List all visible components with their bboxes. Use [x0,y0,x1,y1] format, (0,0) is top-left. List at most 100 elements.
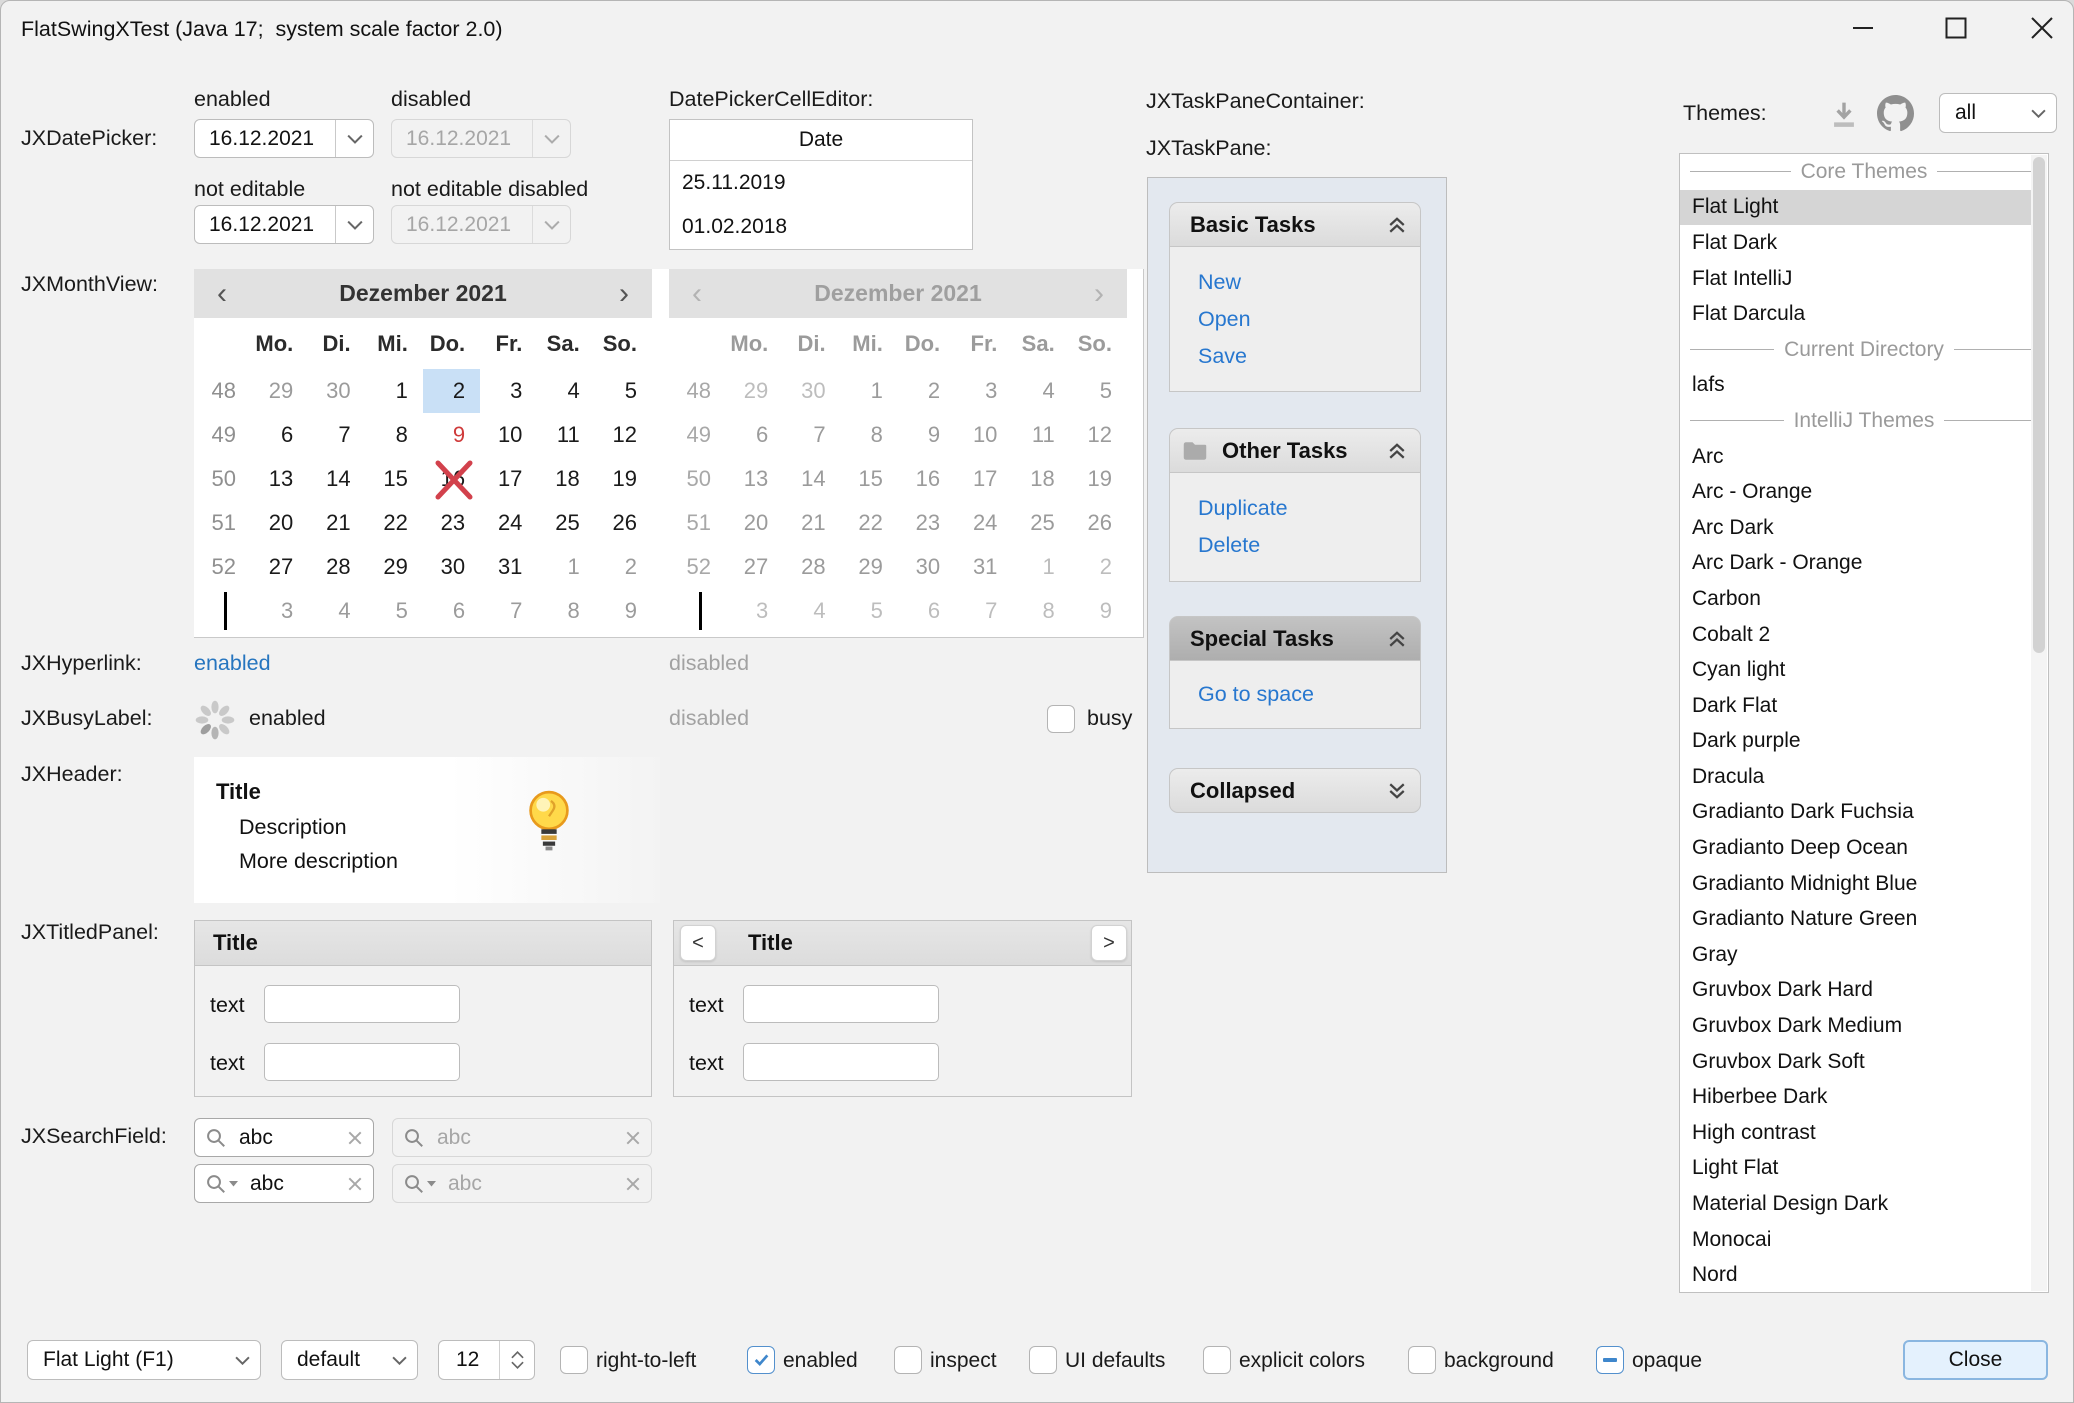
theme-list-item[interactable]: Dracula [1680,759,2032,795]
titled-panel-left-field-2[interactable] [264,1043,460,1081]
calendar-day[interactable]: 29 [366,545,423,589]
calendar-day[interactable]: 4 [537,369,594,413]
calendar-day[interactable]: 5 [366,589,423,633]
theme-list-item[interactable]: Dark purple [1680,724,2032,760]
prev-month-icon[interactable]: ‹ [194,272,250,316]
taskpane-link[interactable]: Go to space [1198,682,1420,707]
calendar-day[interactable]: 2 [595,545,652,589]
monthview-enabled[interactable]: ‹Dezember 2021›Mo.Di.Mi.Do.Fr.Sa.So.4829… [194,269,652,637]
theme-list-item[interactable]: Gray [1680,937,2032,973]
theme-list-item[interactable]: Material Design Dark [1680,1186,2032,1222]
calendar-day[interactable]: 2 [423,369,480,413]
clear-icon[interactable] [347,1130,363,1146]
calendar-day[interactable]: 4 [308,589,365,633]
clear-icon[interactable] [625,1176,641,1192]
theme-list-item[interactable]: Gruvbox Dark Soft [1680,1044,2032,1080]
calendar-day[interactable]: 8 [537,589,594,633]
hyperlink-enabled[interactable]: enabled [194,651,271,676]
theme-list-item[interactable]: Arc Dark - Orange [1680,546,2032,582]
calendar-day[interactable]: 17 [480,457,537,501]
theme-list-item[interactable]: Gradianto Dark Fuchsia [1680,795,2032,831]
theme-list-item[interactable]: Cobalt 2 [1680,617,2032,653]
calendar-day[interactable]: 23 [423,501,480,545]
clear-icon[interactable] [347,1176,363,1192]
calendar-day[interactable]: 18 [537,457,594,501]
close-button[interactable]: Close [1903,1340,2048,1380]
calendar-day[interactable]: 9 [423,413,480,457]
checkbox-opaque[interactable] [1596,1346,1624,1374]
themes-scrollbar-thumb[interactable] [2033,157,2045,653]
taskpane-header[interactable]: Collapsed [1169,768,1421,813]
spinner-buttons[interactable] [499,1341,534,1379]
expand-icon[interactable] [1388,783,1406,799]
collapse-icon[interactable] [1388,217,1406,233]
collapse-icon[interactable] [1388,631,1406,647]
calendar-day[interactable]: 30 [308,369,365,413]
datepicker-enabled[interactable]: 16.12.2021 [194,119,374,158]
calendar-day[interactable]: 11 [537,413,594,457]
theme-list-item[interactable]: Flat Darcula [1680,296,2032,332]
calendar-day[interactable]: 16 [423,457,480,501]
search-field-dropdown-enabled[interactable] [194,1164,374,1203]
calendar-day[interactable]: 15 [366,457,423,501]
theme-list-item[interactable]: Cyan light [1680,652,2032,688]
calendar-day[interactable]: 28 [308,545,365,589]
theme-list-item[interactable]: Gradianto Midnight Blue [1680,866,2032,902]
theme-list-item[interactable]: Arc [1680,439,2032,475]
search-input[interactable] [227,1125,347,1151]
themes-list[interactable]: Core ThemesFlat LightFlat DarkFlat Intel… [1679,153,2049,1293]
table-row[interactable]: 25.11.2019 [670,161,972,205]
calendar-day[interactable]: 1 [537,545,594,589]
calendar-day[interactable]: 10 [480,413,537,457]
calendar-day[interactable]: 31 [480,545,537,589]
theme-list-item[interactable]: Monocai [1680,1222,2032,1258]
calendar-day[interactable]: 3 [251,589,308,633]
theme-list-item[interactable]: Hiberbee Dark [1680,1079,2032,1115]
search-input[interactable] [238,1171,347,1197]
checkbox-explicit-colors[interactable] [1203,1346,1231,1374]
calendar-day[interactable]: 3 [480,369,537,413]
checkbox-background[interactable] [1408,1346,1436,1374]
download-icon[interactable] [1827,97,1861,131]
taskpane-header[interactable]: Basic Tasks [1169,202,1421,247]
table-row[interactable]: 01.02.2018 [670,205,972,249]
calendar-day[interactable]: 29 [251,369,308,413]
maximize-button[interactable] [1927,3,1985,53]
collapse-icon[interactable] [1388,443,1406,459]
scale-combobox[interactable]: default [281,1340,418,1380]
calendar-day[interactable]: 24 [480,501,537,545]
datepicker-not-editable[interactable]: 16.12.2021 [194,205,374,244]
calendar-day[interactable]: 20 [251,501,308,545]
close-window-button[interactable] [2013,3,2071,53]
theme-list-item[interactable]: Gradianto Deep Ocean [1680,830,2032,866]
theme-list-item[interactable]: Flat Dark [1680,225,2032,261]
titled-panel-right-field-1[interactable] [743,985,939,1023]
taskpane-link[interactable]: Duplicate [1198,496,1420,521]
calendar-day[interactable]: 30 [423,545,480,589]
themes-scrollbar[interactable] [2031,155,2047,1291]
theme-list-item[interactable]: Arc - Orange [1680,474,2032,510]
titled-panel-prev-button[interactable]: < [680,925,716,961]
theme-list-item[interactable]: Nord [1680,1257,2032,1293]
calendar-day[interactable]: 12 [595,413,652,457]
calendar-day[interactable]: 27 [251,545,308,589]
calendar-day[interactable]: 21 [308,501,365,545]
checkbox-enabled[interactable] [747,1346,775,1374]
calendar-day[interactable]: 25 [537,501,594,545]
theme-list-item[interactable]: Carbon [1680,581,2032,617]
datepicker-dropdown-button[interactable] [335,120,373,157]
theme-list-item[interactable]: High contrast [1680,1115,2032,1151]
calendar-day[interactable]: 6 [251,413,308,457]
themes-filter-combobox[interactable]: all [1939,93,2057,133]
github-icon[interactable] [1877,95,1914,132]
calendar-day[interactable]: 13 [251,457,308,501]
theme-list-item[interactable]: Gruvbox Dark Hard [1680,973,2032,1009]
theme-list-item[interactable]: Dark Flat [1680,688,2032,724]
taskpane-header[interactable]: Special Tasks [1169,616,1421,661]
titled-panel-left-field-1[interactable] [264,985,460,1023]
theme-list-item[interactable]: Flat Light [1680,190,2032,226]
titled-panel-next-button[interactable]: > [1091,925,1127,961]
theme-list-item[interactable]: Gradianto Nature Green [1680,901,2032,937]
taskpane-link[interactable]: Open [1198,307,1420,332]
calendar-day[interactable]: 19 [595,457,652,501]
